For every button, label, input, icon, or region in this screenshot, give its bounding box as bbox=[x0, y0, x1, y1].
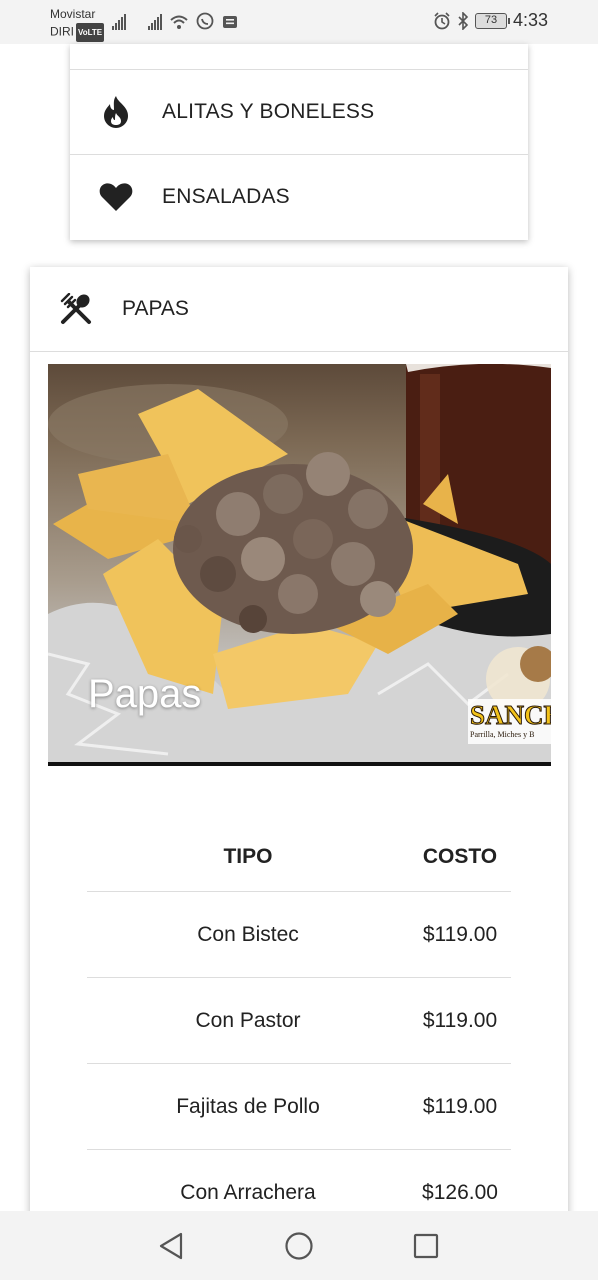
cell-tipo: Con Bistec bbox=[197, 922, 299, 946]
volte-badge: VoLTE bbox=[76, 23, 105, 42]
category-list-card: ALITAS Y BONELESS ENSALADAS bbox=[70, 44, 528, 240]
category-item-ensaladas[interactable]: ENSALADAS bbox=[70, 154, 528, 238]
logo-text: SANCH bbox=[470, 700, 551, 731]
back-triangle-icon bbox=[159, 1232, 183, 1260]
home-button[interactable] bbox=[282, 1229, 316, 1263]
table-row: Fajitas de Pollo $119.00 bbox=[87, 1064, 511, 1150]
recents-square-icon bbox=[413, 1233, 439, 1259]
category-label: ALITAS Y BONELESS bbox=[162, 99, 375, 123]
cell-costo: $119.00 bbox=[422, 922, 498, 946]
cell-tipo: Fajitas de Pollo bbox=[176, 1094, 320, 1118]
heart-icon bbox=[99, 182, 133, 211]
carrier-info: Movistar DIRI VoLTE bbox=[50, 6, 105, 42]
alarm-icon bbox=[434, 11, 450, 29]
carrier-name: Movistar bbox=[50, 7, 96, 21]
bluetooth-icon bbox=[458, 11, 469, 30]
cell-tipo: Con Pastor bbox=[195, 1008, 301, 1032]
table-row: Con Pastor $119.00 bbox=[87, 978, 511, 1064]
table-row: Con Bistec $119.00 bbox=[87, 892, 511, 978]
clock: 4:33 bbox=[512, 10, 548, 30]
recents-button[interactable] bbox=[409, 1229, 443, 1263]
category-item-alitas[interactable]: ALITAS Y BONELESS bbox=[70, 69, 528, 153]
papas-title: PAPAS bbox=[122, 297, 189, 320]
battery-icon: 73 bbox=[474, 12, 510, 29]
carrier-sim-label: DIRI bbox=[50, 24, 74, 39]
restaurant-logo: SANCH Parrilla, Miches y B bbox=[470, 700, 551, 739]
utensils-icon bbox=[60, 293, 91, 324]
category-label: ENSALADAS bbox=[162, 184, 290, 208]
status-icons-left bbox=[112, 12, 238, 30]
navigation-bar bbox=[0, 1211, 598, 1280]
signal-icon-2 bbox=[148, 14, 162, 30]
logo-subtext: Parrilla, Miches y B bbox=[470, 730, 535, 739]
flame-icon bbox=[104, 95, 128, 128]
papas-header[interactable]: PAPAS bbox=[30, 267, 568, 352]
wifi-icon bbox=[170, 15, 188, 29]
whatsapp-icon bbox=[196, 12, 214, 30]
status-bar: Movistar DIRI VoLTE 73 4:33 bbox=[0, 0, 598, 44]
signal-icon bbox=[112, 14, 126, 30]
cell-tipo: Con Arrachera bbox=[180, 1180, 316, 1204]
photo-caption: Papas bbox=[88, 672, 202, 716]
message-icon bbox=[223, 16, 237, 28]
cell-costo: $119.00 bbox=[422, 1094, 498, 1118]
home-circle-icon bbox=[285, 1232, 313, 1260]
table-header: TIPO COSTO bbox=[87, 822, 511, 892]
cell-costo: $126.00 bbox=[422, 1180, 498, 1204]
column-header-tipo: TIPO bbox=[223, 844, 273, 868]
cell-costo: $119.00 bbox=[422, 1008, 498, 1032]
price-table: TIPO COSTO Con Bistec $119.00 Con Pastor… bbox=[87, 822, 511, 1236]
back-button[interactable] bbox=[154, 1229, 188, 1263]
column-header-costo: COSTO bbox=[422, 844, 498, 868]
papas-card: PAPAS SANC Parrilla, Miches y B Papas TI… bbox=[30, 267, 568, 1236]
status-icons-right: 73 4:33 bbox=[433, 10, 548, 31]
papas-photo: SANCH Parrilla, Miches y B Papas bbox=[48, 364, 551, 766]
